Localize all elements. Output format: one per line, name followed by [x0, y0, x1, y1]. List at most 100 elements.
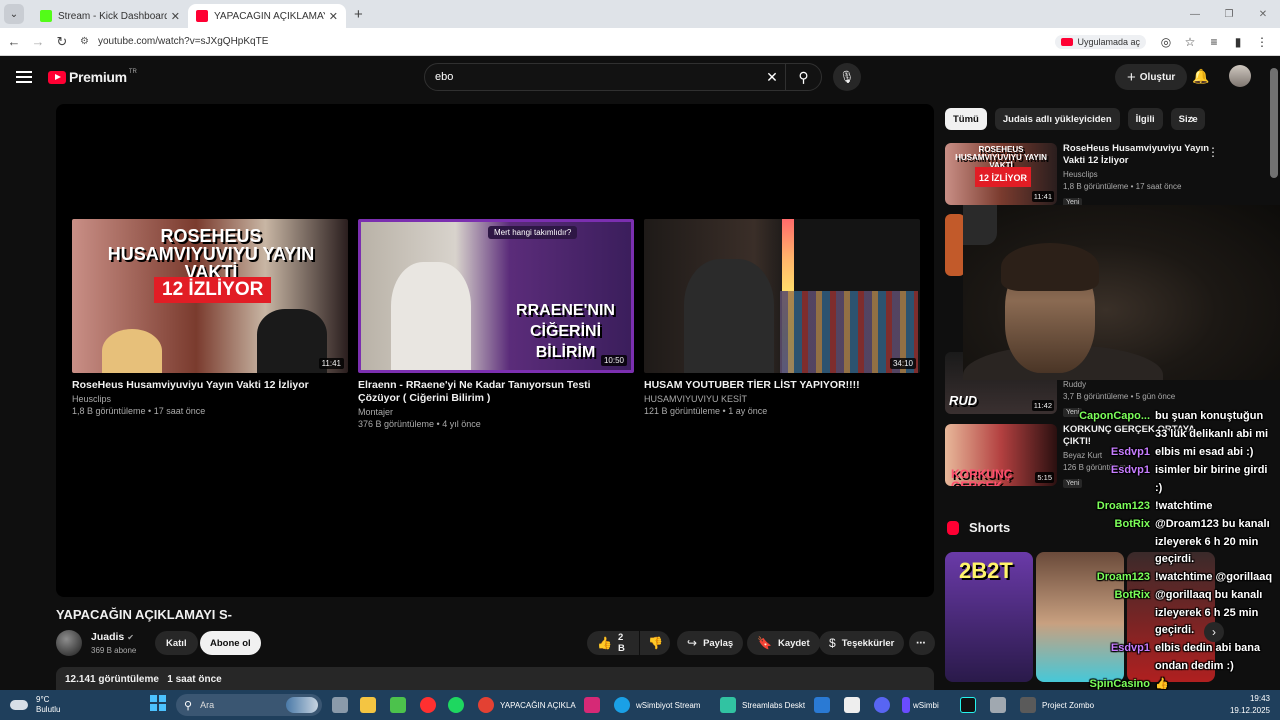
instagram-icon[interactable]	[584, 695, 606, 715]
youtube-logo[interactable]: Premium TR	[48, 69, 137, 85]
system-clock[interactable]: 19:43 19.12.2025	[1230, 693, 1270, 717]
chip-from-uploader[interactable]: Judais adlı yükleyiciden	[994, 108, 1120, 130]
scrollbar[interactable]	[1270, 68, 1278, 178]
taskbar-app-project-zomboid[interactable]: Project Zombo	[1020, 695, 1094, 715]
subscriber-count: 369 B abone	[91, 646, 137, 655]
channel-name[interactable]: HUSAMVIYUVIYU KESİT	[644, 394, 920, 404]
taskbar-app-chrome[interactable]: YAPACAĞIN AÇIKLA	[478, 695, 576, 715]
share-button[interactable]: ↪ Paylaş	[677, 631, 744, 655]
subscribe-button[interactable]: Abone ol	[200, 631, 261, 655]
taskbar-app-label: wSimbiyot Stream	[636, 700, 701, 710]
app-icon	[902, 697, 910, 713]
capcut-icon[interactable]	[844, 695, 866, 715]
close-tab-icon[interactable]: ✕	[171, 10, 180, 23]
chip-related[interactable]: İlgili	[1127, 108, 1163, 130]
store-icon[interactable]	[390, 695, 412, 715]
back-icon[interactable]: ←	[2, 34, 26, 49]
restore-icon[interactable]: ❐	[1212, 0, 1246, 28]
channel-name-row[interactable]: Juadis ✔	[91, 631, 134, 643]
menu-dots-icon[interactable]: ⋮	[1250, 35, 1274, 49]
endscreen-video-2[interactable]: Mert hangi takımlıdır? RRAENE'NIN CİĞERİ…	[358, 219, 634, 429]
search-highlight-image	[286, 697, 318, 713]
endscreen-video-3[interactable]: 34:10 HUSAM YOUTUBER TİER LİST YAPIYOR!!…	[644, 219, 920, 416]
channel-name[interactable]: Juadis	[91, 631, 124, 643]
channel-name[interactable]: Montajer	[358, 407, 634, 417]
taskbar-app-streamlabs[interactable]: Streamlabs Deskt	[720, 695, 805, 715]
bookmark-star-icon[interactable]: ☆	[1178, 35, 1202, 49]
thumbs-down-icon: 👎	[648, 636, 663, 650]
video-title[interactable]: RoseHeus Husamviyuviyu Yayın Vakti 12 İz…	[1063, 143, 1213, 167]
tab-search-icon[interactable]: ⌄	[4, 4, 24, 24]
reload-icon[interactable]: ↻	[50, 34, 74, 50]
weather-status: Bulutlu	[36, 705, 61, 714]
save-button[interactable]: 🔖 Kaydet	[747, 631, 820, 655]
search-icon[interactable]: ⚲	[785, 64, 821, 90]
outlook-icon[interactable]	[814, 695, 836, 715]
notifications-bell-icon[interactable]: 🔔	[1192, 68, 1209, 85]
menu-icon[interactable]	[16, 68, 32, 86]
short-thumbnail-text: 2B2T	[959, 558, 1013, 583]
extension-icon[interactable]: ▮	[1226, 35, 1250, 49]
minimize-icon[interactable]: —	[1178, 0, 1212, 28]
chevron-right-icon[interactable]: ›	[1190, 110, 1195, 126]
taskbar-search[interactable]: ⚲ Ara	[176, 694, 322, 716]
description-box[interactable]: 12.141 görüntüleme 1 saat önce	[56, 667, 934, 691]
tab-youtube-video[interactable]: YAPACAĞIN AÇIKLAMAYI S- - Y ✕	[188, 4, 346, 28]
youtube-header: Premium TR ebo ✕ ⚲ 🎙 + Oluştur 🔔	[0, 57, 1280, 97]
short-video-1[interactable]: 2B2T	[945, 552, 1033, 682]
forward-icon[interactable]: →	[26, 34, 50, 49]
channel-name[interactable]: Heusclips	[72, 394, 348, 404]
channel-avatar[interactable]	[56, 630, 82, 656]
more-actions-icon[interactable]: ⋯	[909, 631, 935, 655]
mod-tool-icon[interactable]	[990, 695, 1012, 715]
join-button[interactable]: Katıl	[155, 631, 198, 655]
like-button[interactable]: 👍 2 B	[587, 631, 639, 655]
person-image	[391, 262, 471, 370]
open-in-app-button[interactable]: Uygulamada aç	[1055, 34, 1146, 49]
streamlabs-icon	[720, 697, 736, 713]
thanks-icon: $	[829, 636, 836, 650]
url-field[interactable]: ⚙ youtube.com/watch?v=sJXgQHpKqTE	[80, 31, 1055, 53]
account-avatar[interactable]	[1229, 65, 1251, 87]
person-image	[257, 309, 327, 373]
task-view-icon[interactable]	[332, 695, 354, 715]
endscreen-video-1[interactable]: ROSEHEUS HUSAMVIYUVIYU YAYIN VAKTİ 12 İZ…	[72, 219, 348, 416]
clear-search-icon[interactable]: ✕	[759, 69, 785, 86]
taskbar-app-edge[interactable]: wSimbiyot Stream	[614, 695, 700, 715]
taskbar-app-wsimbi[interactable]: wSimbi	[902, 695, 939, 715]
video-title[interactable]: Elraenn - RRaene'yi Ne Kadar Tanıyorsun …	[358, 379, 634, 405]
tiktok-icon[interactable]	[960, 695, 982, 715]
dislike-button[interactable]: 👎	[640, 631, 670, 655]
chip-for-you[interactable]: Size	[1170, 108, 1205, 130]
video-title[interactable]: HUSAM YOUTUBER TİER LİST YAPIYOR!!!!	[644, 379, 920, 392]
search-input[interactable]: ebo	[425, 71, 759, 83]
thumbnail-question: Mert hangi takımlıdır?	[488, 226, 578, 239]
channel-name[interactable]: Heusclips	[1063, 170, 1213, 179]
create-button[interactable]: + Oluştur	[1115, 64, 1188, 90]
discord-icon[interactable]	[874, 695, 896, 715]
channel-name[interactable]: Ruddy	[1063, 380, 1213, 389]
chip-all[interactable]: Tümü	[945, 108, 987, 130]
tab-kick-dashboard[interactable]: Stream - Kick Dashboard ✕	[32, 4, 188, 28]
site-info-icon[interactable]: ⚙	[80, 36, 94, 47]
start-icon[interactable]	[150, 695, 166, 711]
verified-icon: ✔	[127, 633, 134, 642]
weather-widget[interactable]: 9°C Bulutlu	[10, 695, 140, 715]
chat-username: Esdvp1	[1110, 642, 1150, 654]
media-control-icon[interactable]: ≡	[1202, 35, 1226, 49]
youtube-music-icon[interactable]	[420, 695, 442, 715]
video-title[interactable]: RoseHeus Husamviyuviyu Yayın Vakti 12 İz…	[72, 379, 348, 392]
microphone-icon[interactable]: 🎙	[833, 63, 861, 91]
eye-off-icon[interactable]: ◎	[1154, 35, 1178, 49]
close-window-icon[interactable]: ✕	[1246, 0, 1280, 28]
file-explorer-icon[interactable]	[360, 695, 382, 715]
thanks-button[interactable]: $ Teşekkürler	[819, 631, 905, 655]
new-tab-icon[interactable]: +	[354, 6, 363, 23]
more-options-icon[interactable]: ⋮	[1207, 145, 1219, 159]
spotify-icon[interactable]	[448, 695, 470, 715]
recommended-video-1[interactable]: ROSEHEUS HUSAMVIYUVIYU YAYIN VAKTİ 12 İZ…	[945, 143, 1275, 207]
chat-text: elbis dedin abi bana ondan dedim :)	[1155, 642, 1261, 672]
chat-text: elbis mi esad abi :)	[1155, 446, 1254, 458]
tab-title: Stream - Kick Dashboard	[58, 10, 167, 22]
close-tab-icon[interactable]: ✕	[329, 10, 338, 23]
